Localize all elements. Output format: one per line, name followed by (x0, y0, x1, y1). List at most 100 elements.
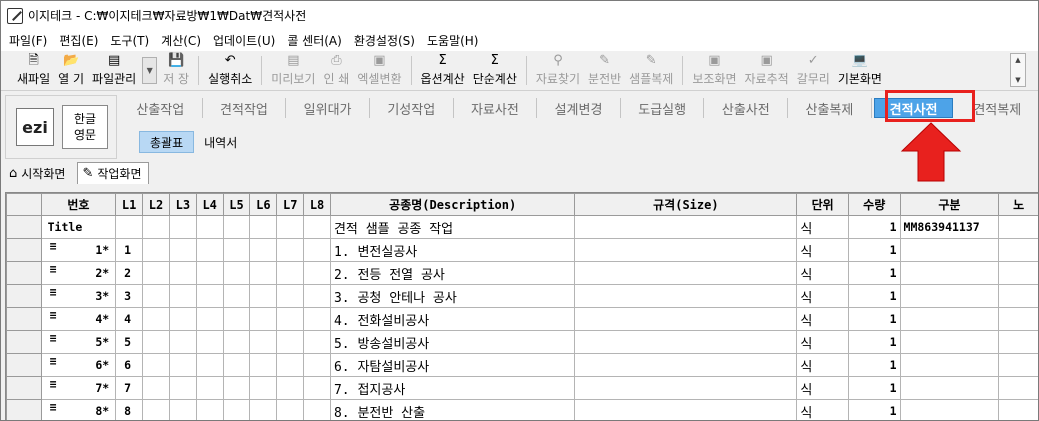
l7-cell[interactable] (276, 238, 305, 262)
l8-cell[interactable] (303, 399, 331, 420)
size-cell[interactable] (574, 399, 798, 420)
l7-cell[interactable] (276, 307, 305, 331)
size-cell[interactable] (574, 376, 798, 400)
l7-cell[interactable] (276, 353, 305, 377)
l7-cell[interactable] (276, 261, 305, 285)
estimate-grid[interactable]: 번호 L1 L2 L3 L4 L5 L6 L7 L8 공종명(Descripti… (5, 192, 1038, 420)
toolbar-scroll[interactable]: ▲ ▼ (1010, 53, 1026, 87)
menu-edit[interactable]: 편집(E) (53, 32, 104, 49)
l7-cell[interactable] (276, 215, 305, 239)
extra-cell[interactable] (998, 284, 1038, 308)
l7-cell[interactable] (276, 399, 305, 420)
size-cell[interactable] (574, 261, 798, 285)
l4-cell[interactable] (195, 399, 224, 420)
l3-cell[interactable] (168, 215, 197, 239)
quantity-cell[interactable]: 1 (847, 238, 901, 262)
extra-cell[interactable] (998, 307, 1038, 331)
table-row[interactable]: ≡ 3* 3 3. 공청 안테나 공사 식 1 (6, 284, 1038, 308)
row-selector[interactable] (6, 261, 42, 285)
l4-cell[interactable] (195, 353, 224, 377)
description-cell[interactable]: 7. 접지공사 (329, 376, 576, 400)
l6-cell[interactable] (249, 238, 278, 262)
l5-cell[interactable] (222, 215, 251, 239)
menu-file[interactable]: 파일(F) (3, 32, 53, 49)
table-row[interactable]: ≡ 1* 1 1. 변전실공사 식 1 (6, 238, 1038, 262)
l2-cell[interactable] (142, 284, 170, 308)
row-handle-icon[interactable]: ≡ (50, 355, 57, 369)
row-handle-icon[interactable]: ≡ (50, 309, 57, 323)
language-toggle-button[interactable]: 한글 영문 (62, 105, 108, 149)
row-number-cell[interactable]: ≡ 5* (40, 330, 117, 354)
l2-cell[interactable] (142, 261, 170, 285)
menu-settings[interactable]: 환경설정(S) (348, 32, 421, 49)
l7-cell[interactable] (276, 330, 305, 354)
unit-cell[interactable]: 식 (796, 330, 849, 354)
column-header[interactable]: L6 (249, 193, 278, 216)
sample-copy-button[interactable]: ✎ 샘플복제 (625, 51, 677, 90)
scroll-up-icon[interactable]: ▲ (1015, 56, 1020, 64)
unit-cell[interactable]: 식 (796, 238, 849, 262)
category-cell[interactable] (899, 353, 1000, 377)
column-header[interactable]: 수량 (847, 193, 901, 216)
extra-cell[interactable] (998, 353, 1038, 377)
l3-cell[interactable] (168, 284, 197, 308)
l1-cell[interactable]: 1 (115, 238, 144, 262)
panel-button[interactable]: ✎ 분전반 (584, 51, 625, 90)
l3-cell[interactable] (168, 376, 197, 400)
menu-call-center[interactable]: 콜 센터(A) (281, 32, 348, 49)
tab-unit-cost[interactable]: 일위대가 (286, 98, 370, 118)
column-header[interactable]: 번호 (40, 193, 117, 216)
column-header[interactable]: 단위 (796, 193, 849, 216)
category-cell[interactable] (899, 261, 1000, 285)
category-cell[interactable] (899, 307, 1000, 331)
unit-cell[interactable]: 식 (796, 307, 849, 331)
tab-calc-work[interactable]: 산출작업 (119, 98, 203, 118)
open-button[interactable]: 📂 열 기 (54, 51, 88, 90)
l1-cell[interactable] (115, 215, 144, 239)
extra-cell[interactable] (998, 376, 1038, 400)
l6-cell[interactable] (249, 376, 278, 400)
row-selector[interactable] (6, 353, 42, 377)
l2-cell[interactable] (142, 353, 170, 377)
row-selector[interactable] (6, 307, 42, 331)
undo-button[interactable]: ↶ 실행취소 (204, 51, 256, 90)
excel-button[interactable]: ▣ 엑셀변환 (353, 51, 405, 90)
unit-cell[interactable]: 식 (796, 399, 849, 420)
menu-update[interactable]: 업데이트(U) (207, 32, 281, 49)
unit-cell[interactable]: 식 (796, 376, 849, 400)
column-header[interactable]: L7 (276, 193, 305, 216)
l5-cell[interactable] (222, 330, 251, 354)
l5-cell[interactable] (222, 284, 251, 308)
l8-cell[interactable] (303, 261, 331, 285)
l8-cell[interactable] (303, 215, 331, 239)
l6-cell[interactable] (249, 307, 278, 331)
l4-cell[interactable] (195, 284, 224, 308)
l8-cell[interactable] (303, 330, 331, 354)
l2-cell[interactable] (142, 215, 170, 239)
quantity-cell[interactable]: 1 (847, 307, 901, 331)
l2-cell[interactable] (142, 330, 170, 354)
row-selector[interactable] (6, 215, 42, 239)
row-handle-icon[interactable]: ≡ (50, 240, 57, 254)
l4-cell[interactable] (195, 238, 224, 262)
column-header[interactable]: L3 (168, 193, 197, 216)
column-header[interactable]: L5 (222, 193, 251, 216)
tab-progress-work[interactable]: 기성작업 (370, 98, 454, 118)
preview-button[interactable]: ▤ 미리보기 (267, 51, 319, 90)
l1-cell[interactable]: 2 (115, 261, 144, 285)
column-header[interactable]: 규격(Size) (574, 193, 798, 216)
description-cell[interactable]: 견적 샘플 공종 작업 (329, 215, 576, 239)
category-cell[interactable] (899, 330, 1000, 354)
table-row[interactable]: ≡ 7* 7 7. 접지공사 식 1 (6, 376, 1038, 400)
subtab-detail[interactable]: 내역서 (194, 131, 247, 153)
description-cell[interactable]: 5. 방송설비공사 (329, 330, 576, 354)
l2-cell[interactable] (142, 399, 170, 420)
row-selector[interactable] (6, 399, 42, 420)
table-row[interactable]: ≡ 6* 6 6. 자탐설비공사 식 1 (6, 353, 1038, 377)
cleanup-button[interactable]: ✓ 갈무리 (793, 51, 834, 90)
l7-cell[interactable] (276, 284, 305, 308)
l5-cell[interactable] (222, 307, 251, 331)
l6-cell[interactable] (249, 215, 278, 239)
l1-cell[interactable]: 6 (115, 353, 144, 377)
file-manage-dropdown[interactable]: ▼ (142, 57, 158, 84)
